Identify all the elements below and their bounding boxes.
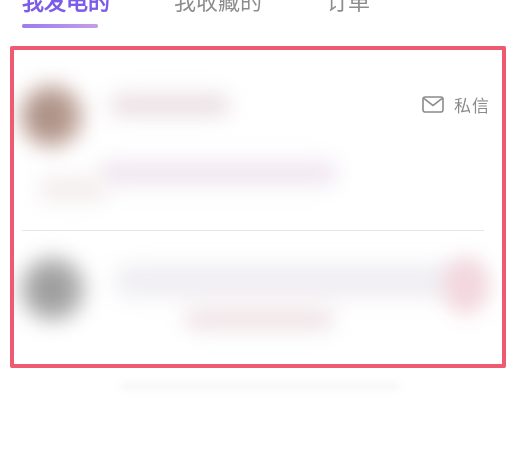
list-divider: [22, 230, 484, 231]
tab-bar: 我发电的 我收藏的 订单: [0, 0, 518, 30]
page: 我发电的 我收藏的 订单 私信: [0, 0, 518, 470]
blurred-content: [184, 308, 334, 330]
active-tab-indicator: [22, 24, 98, 28]
avatar[interactable]: [20, 84, 84, 148]
private-message-button[interactable]: 私信: [422, 92, 490, 117]
blurred-content: [444, 258, 488, 314]
private-message-label: 私信: [454, 97, 490, 117]
tab-my-favorites[interactable]: 我收藏的: [174, 0, 262, 22]
blurred-content: [38, 176, 108, 202]
tab-my-charged[interactable]: 我发电的: [22, 0, 110, 22]
blurred-content: [98, 160, 338, 186]
blurred-username: [110, 94, 230, 116]
highlighted-list-container: 私信: [10, 46, 506, 368]
faint-background-element: [120, 382, 400, 390]
mail-icon: [422, 96, 444, 113]
avatar[interactable]: [20, 256, 86, 322]
tab-orders[interactable]: 订单: [326, 0, 370, 22]
blurred-content: [114, 264, 484, 298]
